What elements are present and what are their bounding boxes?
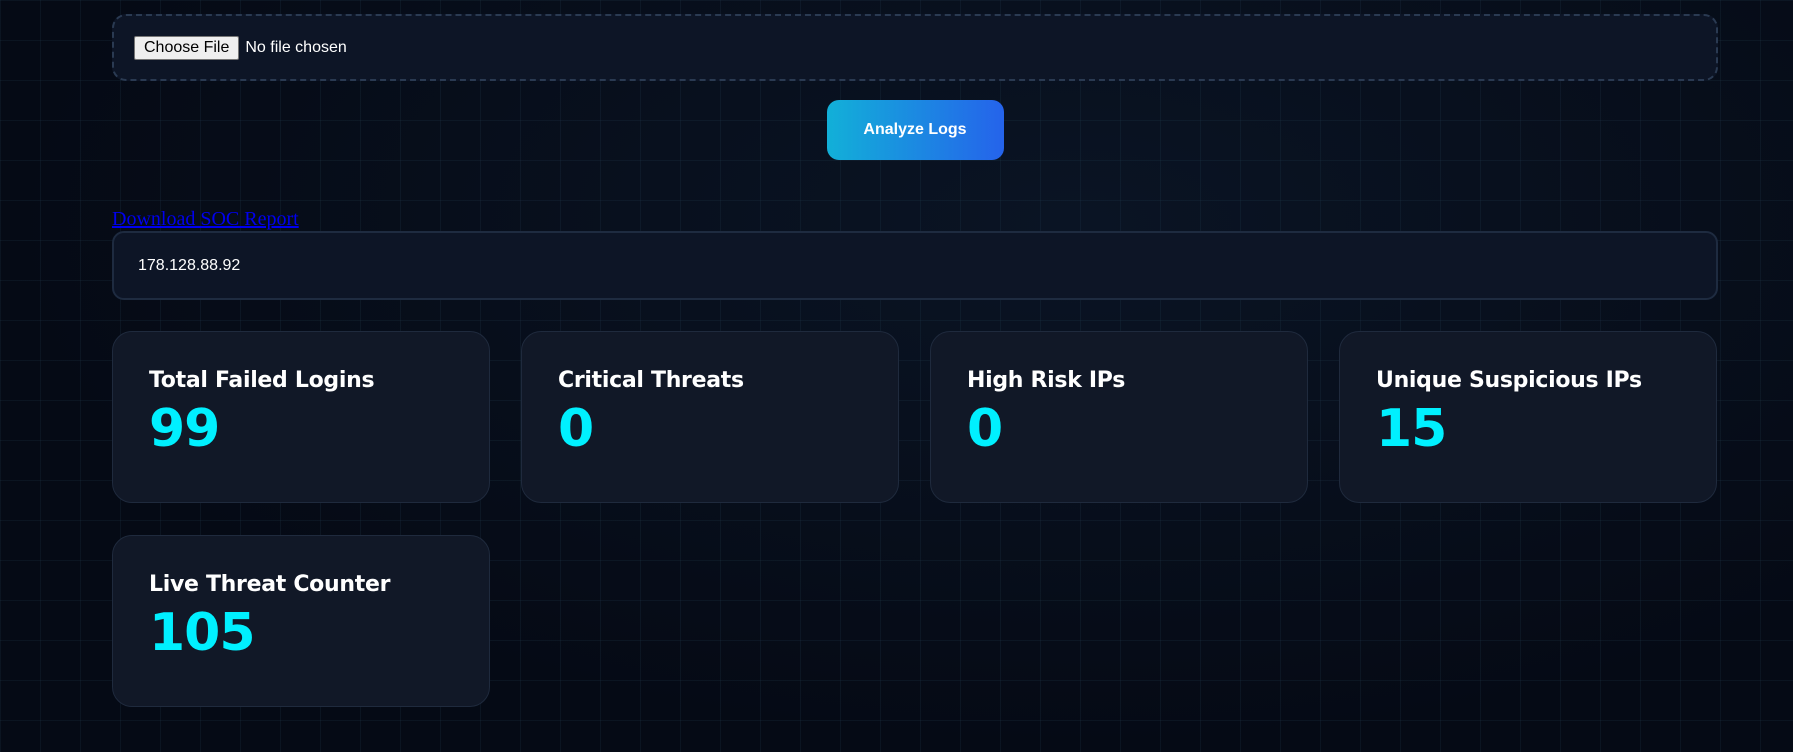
stat-card-value: 0 bbox=[558, 399, 594, 459]
stat-card-title: High Risk IPs bbox=[967, 368, 1126, 393]
stat-card-title: Critical Threats bbox=[558, 368, 744, 393]
file-upload-area: Choose File No file chosen bbox=[112, 14, 1718, 81]
stat-card-value: 105 bbox=[149, 603, 256, 663]
ip-display-box: 178.128.88.92 bbox=[112, 231, 1718, 300]
analyze-logs-button[interactable]: Analyze Logs bbox=[826, 100, 1004, 160]
analyze-row: Analyze Logs bbox=[112, 100, 1718, 160]
stat-card-high-risk-ips: High Risk IPs 0 bbox=[930, 331, 1308, 503]
stat-card-title: Live Threat Counter bbox=[149, 572, 391, 597]
file-status-text: No file chosen bbox=[245, 38, 347, 56]
ip-address-text: 178.128.88.92 bbox=[138, 256, 241, 274]
stat-card-value: 0 bbox=[967, 399, 1003, 459]
stat-card-total-failed-logins: Total Failed Logins 99 bbox=[112, 331, 490, 503]
stat-card-critical-threats: Critical Threats 0 bbox=[521, 331, 899, 503]
main-container: Choose File No file chosen Analyze Logs … bbox=[112, 14, 1718, 707]
stat-card-unique-suspicious-ips: Unique Suspicious IPs 15 bbox=[1339, 331, 1717, 503]
download-report-link[interactable]: Download SOC Report bbox=[112, 208, 299, 231]
stat-card-value: 99 bbox=[149, 399, 220, 459]
choose-file-button[interactable]: Choose File bbox=[134, 35, 240, 60]
stats-grid: Total Failed Logins 99 Critical Threats … bbox=[112, 331, 1718, 707]
stat-card-title: Unique Suspicious IPs bbox=[1376, 368, 1642, 393]
stat-card-title: Total Failed Logins bbox=[149, 368, 375, 393]
stat-card-live-threat-counter: Live Threat Counter 105 bbox=[112, 535, 490, 707]
stat-card-value: 15 bbox=[1376, 399, 1447, 459]
